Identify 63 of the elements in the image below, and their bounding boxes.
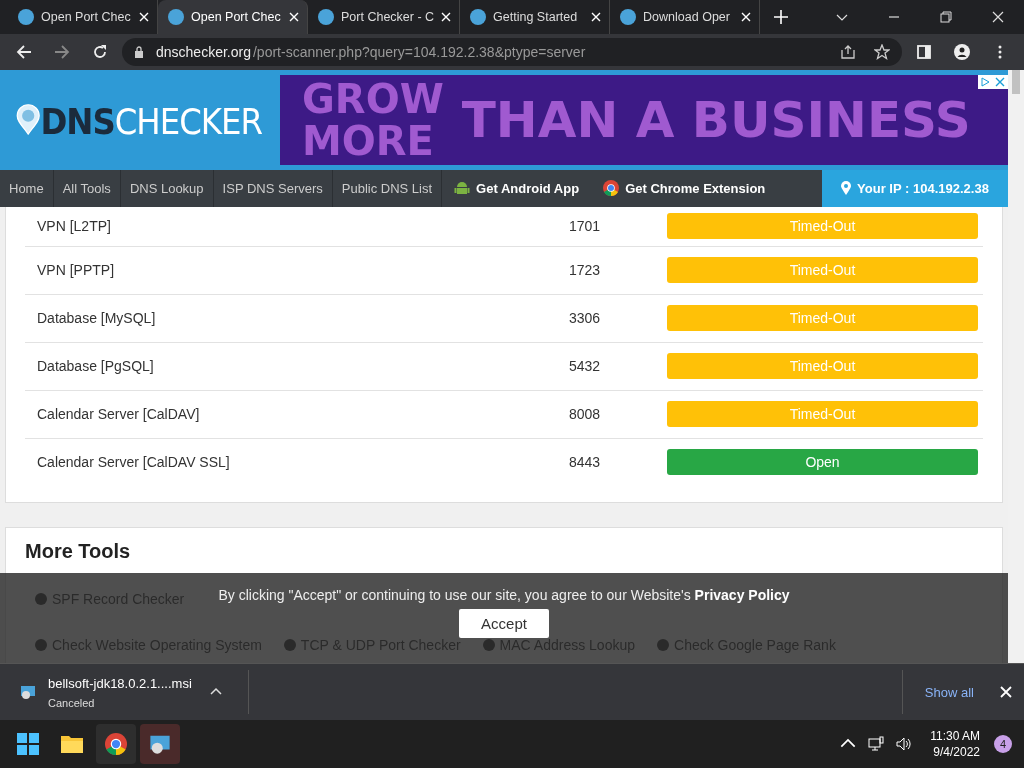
site-favicon-icon [620, 9, 637, 25]
nav-link[interactable]: Get Android App [442, 169, 592, 207]
restore-icon[interactable] [940, 11, 952, 23]
cookie-message: By clicking "Accept" or continuing to use our site, you agree to our Website's Privacy Policy [218, 586, 790, 603]
ad-headline: GROW [302, 77, 444, 120]
close-icon[interactable] [992, 11, 1004, 23]
lock-icon [134, 45, 144, 58]
share-icon[interactable] [840, 43, 856, 60]
service-name: Calendar Server [CalDAV SSL] [36, 454, 231, 471]
port-number: 8443 [569, 454, 602, 471]
download-status: Canceled [48, 696, 96, 709]
status-badge: Timed-Out [667, 257, 978, 284]
address-bar[interactable]: dnschecker.org/port-scanner.php?query=104.192.2.38&ptype=server [122, 37, 902, 66]
star-icon[interactable] [874, 43, 890, 60]
nav-link[interactable]: DNS Lookup [120, 169, 214, 207]
download-filename: bellsoft-jdk18.0.2.1....msi [48, 675, 193, 691]
site-favicon-icon [18, 9, 34, 25]
status-badge: Timed-Out [667, 401, 978, 428]
system-clock[interactable]: 11:30 AM 9/4/2022 [930, 729, 980, 760]
site-logo[interactable]: DNSCHECKER [0, 97, 262, 142]
status-badge: Timed-Out [667, 353, 978, 380]
volume-icon[interactable] [896, 736, 913, 753]
service-name: VPN [L2TP] [36, 218, 112, 235]
installer-taskbar-button[interactable] [140, 724, 180, 765]
notification-badge[interactable]: 4 [994, 735, 1012, 754]
browser-tab[interactable]: Open Port Chec [158, 0, 308, 34]
installer-icon [20, 684, 36, 701]
nav-link[interactable]: Home [0, 169, 54, 207]
nav-link[interactable]: Public DNS List [332, 169, 443, 207]
installer-icon [149, 733, 171, 756]
section-title: More Tools [25, 539, 132, 563]
status-badge: Open [667, 449, 978, 476]
status-badge: Timed-Out [667, 213, 978, 240]
port-number: 5432 [569, 358, 602, 375]
service-name: Database [MySQL] [36, 310, 157, 327]
service-name: VPN [PPTP] [36, 262, 116, 279]
network-icon[interactable] [868, 736, 885, 753]
site-favicon-icon [470, 9, 487, 25]
port-number: 1701 [569, 218, 602, 235]
show-all-link[interactable]: Show all [924, 684, 974, 700]
location-pin-icon [841, 181, 852, 196]
privacy-policy-link[interactable]: Privacy Policy [694, 586, 790, 603]
port-number: 3306 [569, 310, 602, 327]
nav-link[interactable]: Get Chrome Extension [591, 169, 778, 207]
accept-button[interactable]: Accept [459, 608, 549, 638]
port-number: 8008 [569, 406, 602, 423]
your-ip-label: Your IP : 104.192.2.38 [822, 169, 1008, 207]
service-name: Calendar Server [CalDAV] [36, 406, 201, 423]
chrome-icon [105, 733, 127, 756]
ad-headline: THAN A BUSINESS [461, 90, 971, 149]
android-icon [454, 180, 471, 197]
site-favicon-icon [168, 9, 184, 25]
chrome-icon [603, 180, 620, 197]
new-tab-icon[interactable] [774, 10, 789, 24]
chrome-taskbar-button[interactable] [96, 724, 136, 765]
ad-choices-icon[interactable] [978, 74, 1008, 89]
nav-link[interactable]: ISP DNS Servers [213, 169, 333, 207]
port-number: 1723 [569, 262, 602, 279]
site-favicon-icon [318, 9, 334, 25]
ad-headline: MORE [302, 119, 435, 162]
status-badge: Timed-Out [667, 305, 978, 332]
service-name: Database [PgSQL] [36, 358, 155, 375]
nav-link[interactable]: All Tools [53, 169, 121, 207]
